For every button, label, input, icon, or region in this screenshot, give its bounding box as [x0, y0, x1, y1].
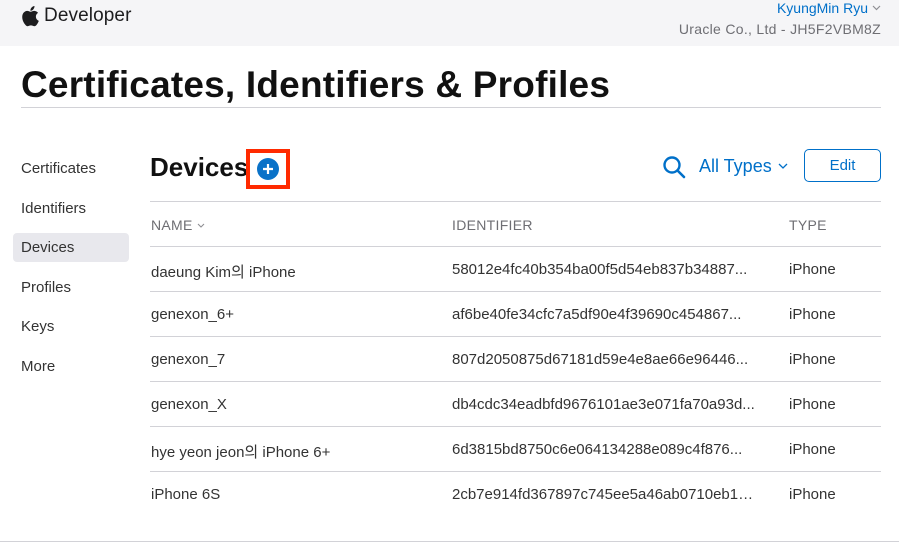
device-identifier: db4cdc34eadbfd9676101ae3e071fa70a93d... — [452, 396, 755, 413]
add-device-button[interactable] — [257, 158, 279, 180]
table-row[interactable]: hye yeon jeon의 iPhone 6+ 6d3815bd8750c6e… — [150, 427, 881, 472]
page-title: Certificates, Identifiers & Profiles — [21, 64, 611, 105]
device-type: iPhone — [789, 261, 836, 278]
table-row[interactable]: iPhone 6S 2cb7e914fd367897c745ee5a46ab07… — [150, 472, 881, 517]
device-table-body: daeung Kim의 iPhone 58012e4fc40b354ba00f5… — [150, 247, 881, 517]
sidebar-item-certificates[interactable]: Certificates — [13, 154, 129, 183]
column-header-name[interactable]: NAME — [151, 217, 205, 233]
logo-text: Developer — [44, 5, 132, 26]
section-title: Devices — [150, 152, 249, 182]
chevron-down-icon — [197, 223, 205, 228]
sidebar: Certificates Identifiers Devices Profile… — [13, 154, 129, 391]
device-identifier: 2cb7e914fd367897c745ee5a46ab0710eb17... — [452, 486, 758, 503]
edit-button[interactable]: Edit — [804, 149, 881, 182]
device-identifier: af6be40fe34cfc7a5df90e4f39690c454867... — [452, 306, 742, 323]
device-identifier: 58012e4fc40b354ba00f5d54eb837b34887... — [452, 261, 748, 278]
developer-logo[interactable]: Developer — [21, 5, 132, 27]
title-divider — [21, 107, 881, 108]
device-type: iPhone — [789, 306, 836, 323]
type-filter-label: All Types — [699, 156, 772, 176]
sidebar-item-keys[interactable]: Keys — [13, 312, 129, 341]
plus-circle-icon — [263, 164, 273, 174]
column-header-identifier[interactable]: IDENTIFIER — [452, 217, 533, 233]
sidebar-item-identifiers[interactable]: Identifiers — [13, 194, 129, 223]
table-row[interactable]: genexon_7 807d2050875d67181d59e4e8ae66e9… — [150, 337, 881, 382]
apple-logo-icon — [22, 6, 39, 27]
type-filter-dropdown[interactable]: All Types — [699, 156, 788, 177]
device-identifier: 807d2050875d67181d59e4e8ae66e96446... — [452, 351, 749, 368]
sidebar-item-more[interactable]: More — [13, 352, 129, 381]
table-header: NAME IDENTIFIER TYPE — [150, 202, 881, 247]
device-identifier: 6d3815bd8750c6e064134288e089c4f876... — [452, 441, 743, 458]
chevron-down-icon — [872, 5, 881, 11]
add-device-highlight — [246, 149, 290, 189]
footer-divider — [0, 541, 899, 542]
device-type: iPhone — [789, 486, 836, 503]
device-type: iPhone — [789, 441, 836, 458]
device-name: genexon_6+ — [151, 306, 234, 323]
device-name: hye yeon jeon의 iPhone 6+ — [151, 444, 331, 461]
user-menu[interactable]: KyungMin Ryu — [679, 0, 881, 16]
top-header: Developer KyungMin Ryu Uracle Co., Ltd -… — [0, 0, 899, 46]
device-type: iPhone — [789, 396, 836, 413]
team-name: Uracle Co., Ltd - JH5F2VBM8Z — [678, 21, 881, 37]
table-row[interactable]: genexon_6+ af6be40fe34cfc7a5df90e4f39690… — [150, 292, 881, 337]
device-type: iPhone — [789, 351, 836, 368]
chevron-down-icon — [778, 163, 788, 169]
column-header-name-label: NAME — [151, 217, 193, 233]
device-name: iPhone 6S — [151, 486, 221, 503]
table-row[interactable]: genexon_X db4cdc34eadbfd9676101ae3e071fa… — [150, 382, 881, 427]
column-header-type[interactable]: TYPE — [789, 217, 827, 233]
user-name: KyungMin Ryu — [776, 0, 868, 16]
search-icon[interactable] — [662, 155, 686, 179]
device-name: genexon_7 — [151, 351, 226, 368]
device-name: genexon_X — [151, 396, 227, 413]
sidebar-item-devices[interactable]: Devices — [13, 233, 129, 262]
table-row[interactable]: daeung Kim의 iPhone 58012e4fc40b354ba00f5… — [150, 247, 881, 292]
sidebar-item-profiles[interactable]: Profiles — [13, 273, 129, 302]
device-name: daeung Kim의 iPhone — [151, 264, 296, 281]
account-info: KyungMin Ryu Uracle Co., Ltd - JH5F2VBM8… — [679, 0, 881, 37]
